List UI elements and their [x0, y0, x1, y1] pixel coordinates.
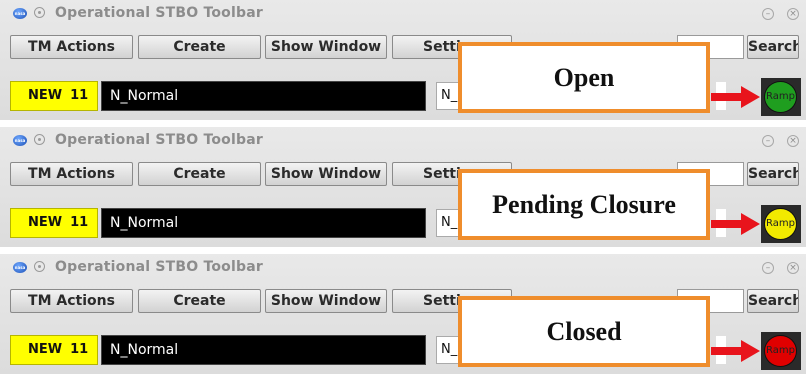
- ramp-indicator[interactable]: Ramp: [764, 81, 797, 113]
- status-count: 11: [70, 215, 89, 230]
- ramp-indicator-frame[interactable]: Ramp: [761, 332, 801, 370]
- title-bar: nasa Operational STBO Toolbar – ×: [0, 127, 806, 153]
- search-button[interactable]: Search: [747, 35, 799, 59]
- status-count: 11: [70, 342, 89, 357]
- show-window-button[interactable]: Show Window: [265, 35, 387, 59]
- search-button[interactable]: Search: [747, 289, 799, 313]
- callout-label: Open: [458, 42, 710, 113]
- search-button[interactable]: Search: [747, 162, 799, 186]
- arrow-right-icon: [711, 340, 760, 362]
- close-icon[interactable]: ×: [787, 262, 799, 274]
- show-window-button[interactable]: Show Window: [265, 162, 387, 186]
- close-icon[interactable]: ×: [787, 8, 799, 20]
- toolbar-panel-closed: nasa Operational STBO Toolbar – × TM Act…: [0, 254, 806, 374]
- close-icon[interactable]: ×: [787, 135, 799, 147]
- title-bar: nasa Operational STBO Toolbar – ×: [0, 254, 806, 280]
- status-count: 11: [70, 88, 89, 103]
- status-badge[interactable]: NEW 11: [10, 208, 98, 238]
- tm-actions-button[interactable]: TM Actions: [10, 35, 133, 59]
- toolbar-panel-pending-closure: nasa Operational STBO Toolbar – × TM Act…: [0, 127, 806, 247]
- callout-label: Pending Closure: [458, 169, 710, 240]
- status-label: NEW: [28, 215, 63, 230]
- status-label: NEW: [28, 88, 63, 103]
- title-bar: nasa Operational STBO Toolbar – ×: [0, 0, 806, 26]
- create-button[interactable]: Create: [138, 289, 261, 313]
- ramp-indicator[interactable]: Ramp: [764, 208, 797, 240]
- ramp-indicator[interactable]: Ramp: [764, 335, 797, 367]
- tm-actions-button[interactable]: TM Actions: [10, 289, 133, 313]
- arrow-right-icon: [711, 86, 760, 108]
- nasa-logo-icon: nasa: [13, 135, 27, 146]
- ramp-indicator-frame[interactable]: Ramp: [761, 205, 801, 243]
- plan-name-field[interactable]: N_Normal: [101, 81, 426, 111]
- minimize-icon[interactable]: –: [762, 8, 774, 20]
- window-menu-icon[interactable]: [34, 261, 45, 272]
- window-title: Operational STBO Toolbar: [55, 259, 263, 275]
- status-badge[interactable]: NEW 11: [10, 335, 98, 365]
- plan-name-field[interactable]: N_Normal: [101, 335, 426, 365]
- window-menu-icon[interactable]: [34, 134, 45, 145]
- window-title: Operational STBO Toolbar: [55, 132, 263, 148]
- create-button[interactable]: Create: [138, 162, 261, 186]
- create-button[interactable]: Create: [138, 35, 261, 59]
- tm-actions-button[interactable]: TM Actions: [10, 162, 133, 186]
- toolbar-panel-open: nasa Operational STBO Toolbar – × TM Act…: [0, 0, 806, 120]
- nasa-logo-icon: nasa: [13, 8, 27, 19]
- ramp-indicator-frame[interactable]: Ramp: [761, 78, 801, 116]
- status-label: NEW: [28, 342, 63, 357]
- plan-name-field[interactable]: N_Normal: [101, 208, 426, 238]
- callout-label: Closed: [458, 296, 710, 367]
- arrow-right-icon: [711, 213, 760, 235]
- status-badge[interactable]: NEW 11: [10, 81, 98, 111]
- window-menu-icon[interactable]: [34, 7, 45, 18]
- minimize-icon[interactable]: –: [762, 135, 774, 147]
- nasa-logo-icon: nasa: [13, 262, 27, 273]
- show-window-button[interactable]: Show Window: [265, 289, 387, 313]
- minimize-icon[interactable]: –: [762, 262, 774, 274]
- window-title: Operational STBO Toolbar: [55, 5, 263, 21]
